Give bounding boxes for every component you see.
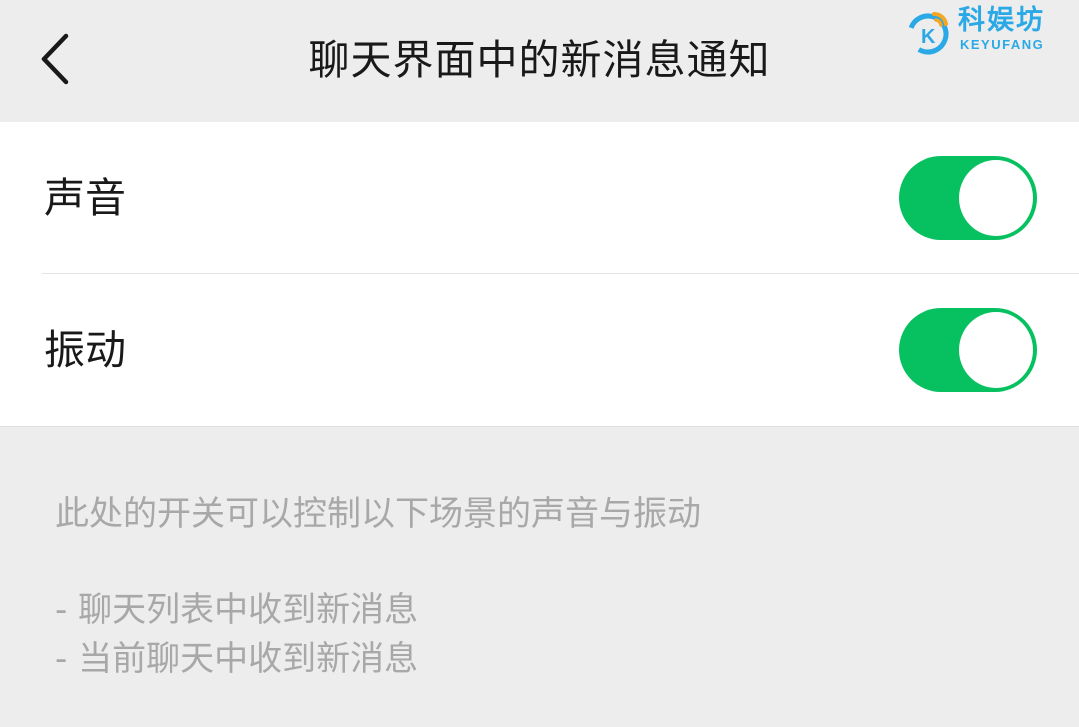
section-border xyxy=(0,426,1079,427)
vibrate-toggle[interactable] xyxy=(899,308,1037,392)
watermark-logo: K 科娱坊 KEYUFANG xyxy=(900,2,1075,58)
toggle-knob xyxy=(959,312,1033,388)
logo-letter: K xyxy=(921,26,936,48)
setting-row-sound[interactable]: 声音 xyxy=(0,122,1079,274)
settings-list: 声音 振动 xyxy=(0,122,1079,426)
setting-label-vibrate: 振动 xyxy=(44,326,126,374)
description-text: 此处的开关可以控制以下场景的声音与振动 xyxy=(55,494,701,534)
description-item: - 聊天列表中收到新消息 xyxy=(55,590,419,630)
toggle-knob xyxy=(959,160,1033,236)
description-item: - 当前聊天中收到新消息 xyxy=(55,639,419,679)
sound-toggle[interactable] xyxy=(899,156,1037,240)
navigation-bar: 聊天界面中的新消息通知 K 科娱坊 KEYUFANG xyxy=(0,0,1079,122)
setting-label-sound: 声音 xyxy=(44,174,126,222)
watermark-title: 科娱坊 xyxy=(958,5,1045,36)
watermark-subtitle: KEYUFANG xyxy=(960,37,1045,52)
setting-row-vibrate[interactable]: 振动 xyxy=(0,274,1079,426)
keyufang-logo-icon: K xyxy=(907,11,949,55)
